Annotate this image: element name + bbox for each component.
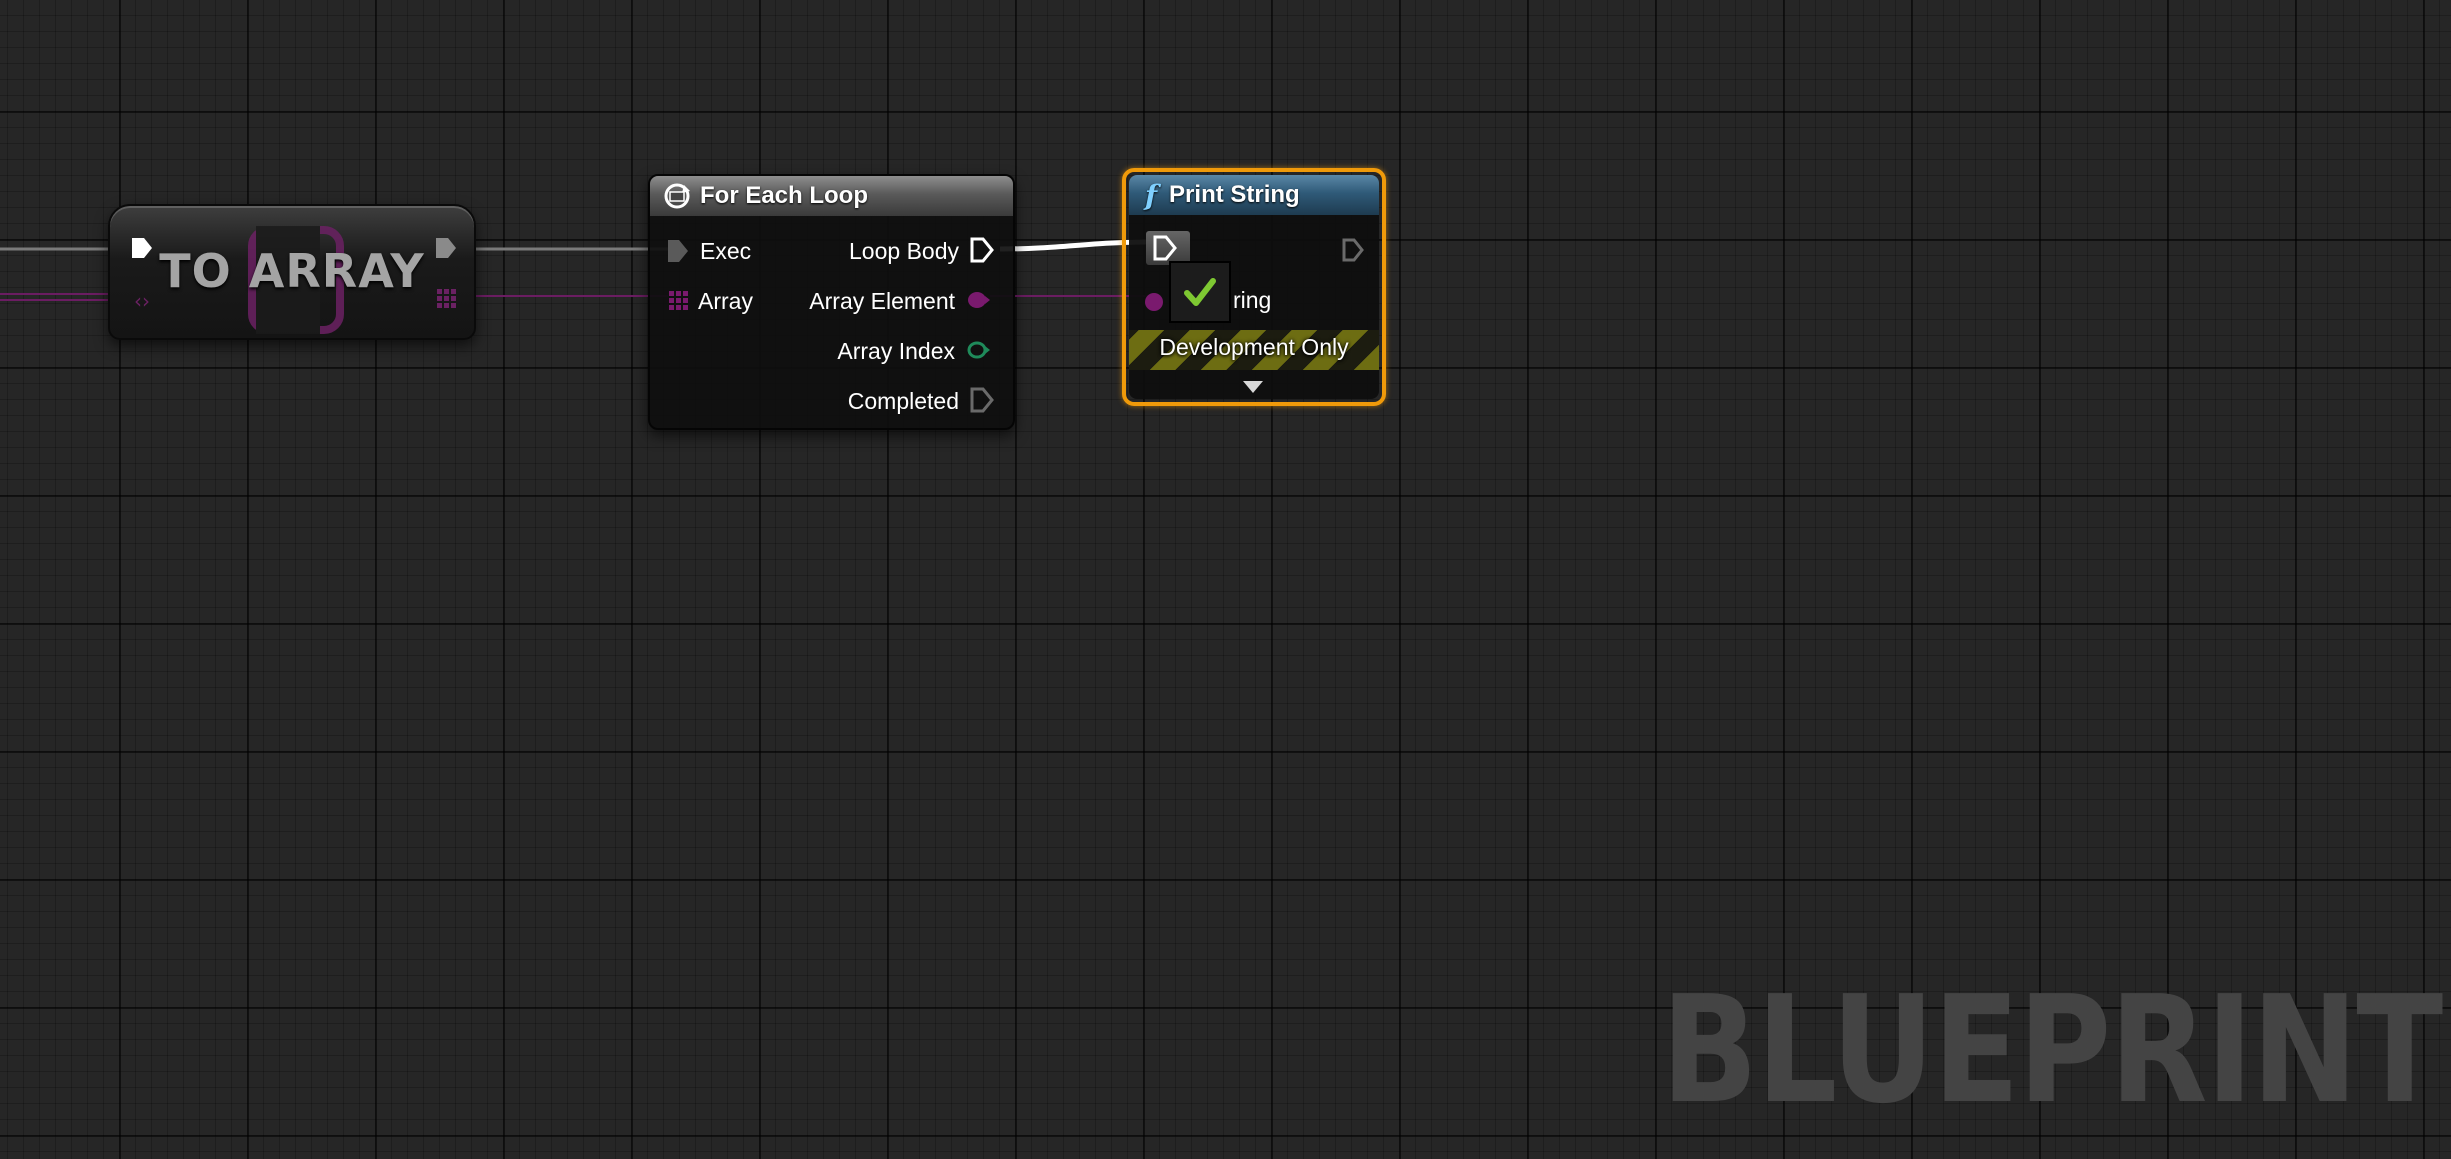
array-element-label: Array Element [809,288,955,314]
for-each-loop-node[interactable]: For Each Loop Exec Array Loop Body Array… [648,174,1015,430]
checkmark-overlay [1169,261,1231,323]
string-input-label: ring [1233,287,1272,313]
print-string-header[interactable]: f Print String [1129,175,1379,215]
string-input-pin[interactable] [1143,291,1165,313]
expand-arrow-icon[interactable] [1241,379,1265,395]
completed-label: Completed [847,388,959,414]
function-icon: f [1145,178,1158,212]
loop-body-pin[interactable] [969,236,995,264]
to-array-title: TO ARRAY [159,244,425,298]
checkmark-icon [1184,278,1216,306]
print-string-title: Print String [1169,181,1300,208]
loop-body-label: Loop Body [849,238,959,264]
completed-pin[interactable] [969,386,995,414]
exec-input-label: Exec [700,238,752,264]
blueprint-watermark: BLUEPRINT [1660,964,2443,1136]
for-each-loop-header[interactable]: For Each Loop [650,176,1013,216]
loop-icon [662,181,692,211]
array-index-pin[interactable] [967,340,991,360]
exec-input-pin-highlight[interactable] [1146,231,1190,265]
array-element-pin[interactable] [967,290,991,310]
for-each-loop-title: For Each Loop [700,182,868,209]
array-input-pin[interactable] [668,290,690,312]
exec-input-pin[interactable] [1152,234,1182,264]
print-string-node[interactable]: f Print String ring Development Only [1122,168,1386,406]
development-only-banner: Development Only [1129,330,1379,370]
array-index-label: Array Index [837,338,955,364]
to-array-node[interactable]: ‹› TO ARRAY [108,204,476,340]
development-only-label: Development Only [1159,334,1349,360]
array-input-label: Array [698,288,753,314]
exec-output-pin[interactable] [1341,237,1365,263]
exec-input-pin[interactable] [666,238,690,264]
